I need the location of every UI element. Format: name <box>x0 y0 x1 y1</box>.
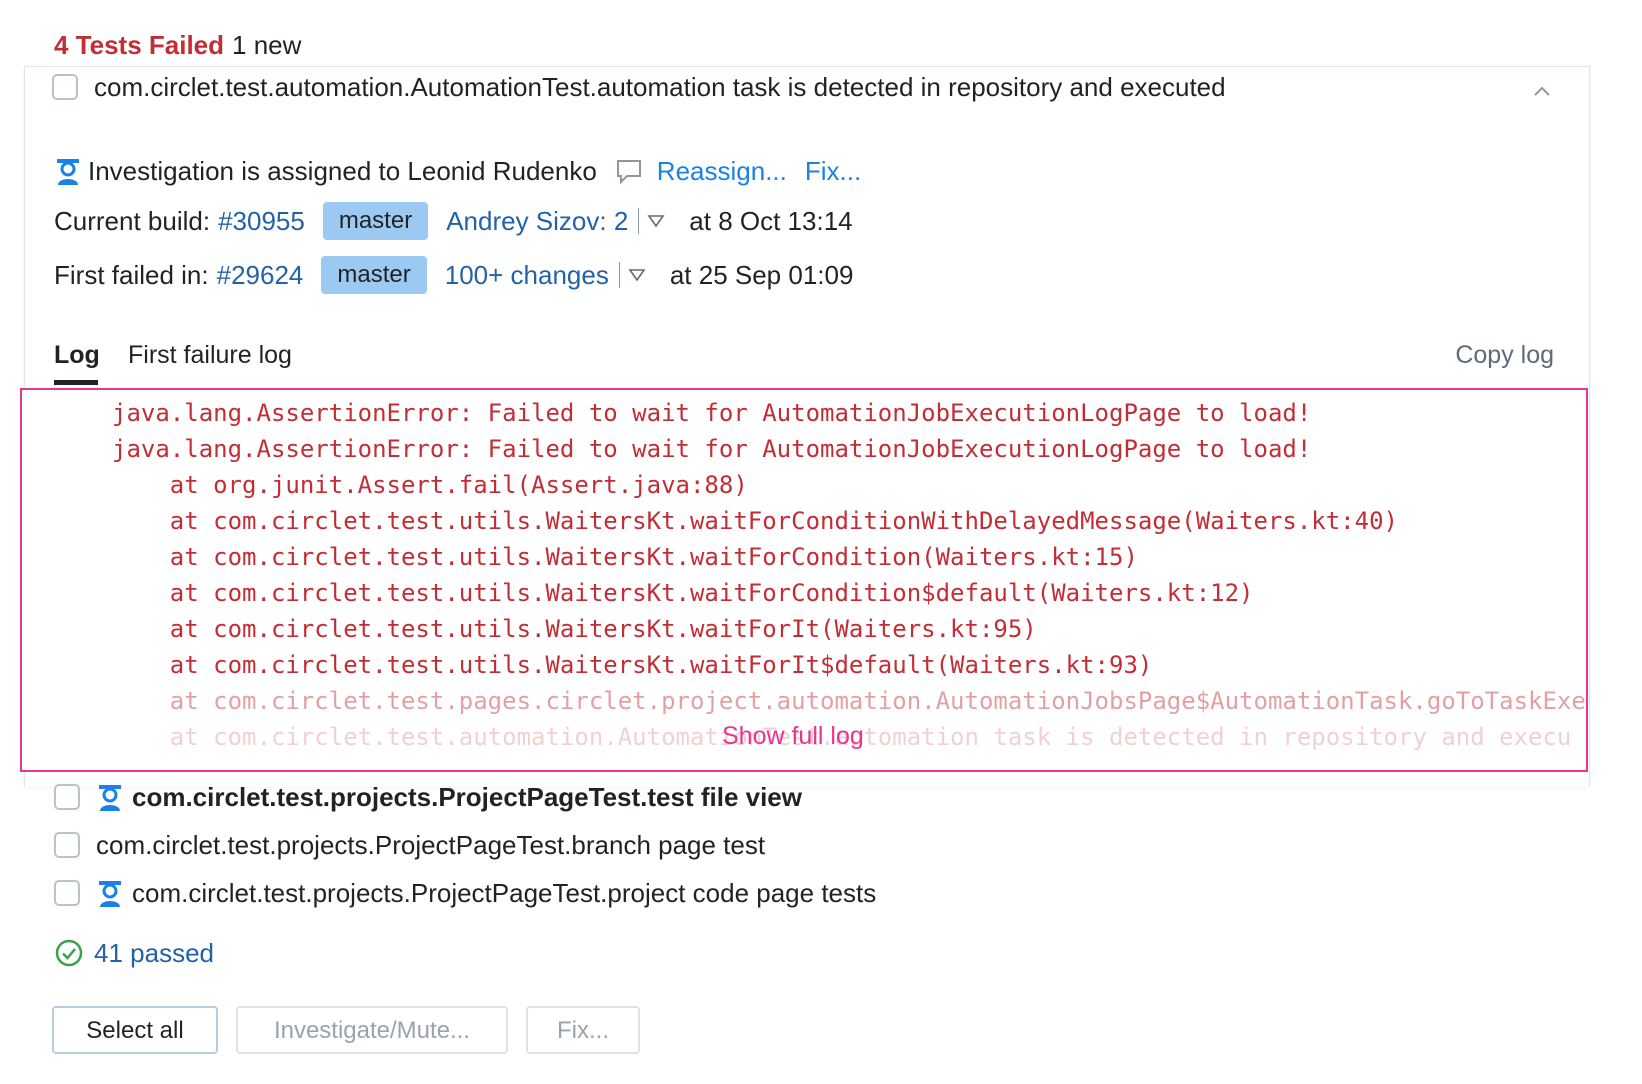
passed-summary[interactable]: 41 passed <box>54 936 214 970</box>
log-line: at com.circlet.test.utils.WaitersKt.wait… <box>112 651 1153 679</box>
first-failed-time: at 25 Sep 01:09 <box>669 260 854 290</box>
current-build-number-link[interactable]: #30955 <box>218 204 305 238</box>
test-checkbox[interactable] <box>54 832 80 858</box>
test-checkbox[interactable] <box>54 784 80 810</box>
log-line: java.lang.AssertionError: Failed to wait… <box>112 399 1312 427</box>
test-row: com.circlet.test.projects.ProjectPageTes… <box>54 828 765 862</box>
chevron-up-icon[interactable] <box>1530 80 1554 104</box>
test-name[interactable]: com.circlet.test.projects.ProjectPageTes… <box>96 828 765 862</box>
select-all-button[interactable]: Select all <box>52 1006 218 1054</box>
failed-tests-header: 4 Tests Failed 1 new <box>54 28 301 62</box>
investigator-icon <box>99 881 121 907</box>
current-build-label: Current build: <box>54 206 211 236</box>
current-build-time: at 8 Oct 13:14 <box>689 206 853 236</box>
tab-log[interactable]: Log <box>54 338 100 372</box>
active-tab-indicator <box>54 380 98 385</box>
log-line: at com.circlet.test.utils.WaitersKt.wait… <box>112 579 1254 607</box>
current-build-row: Current build: #30955 master Andrey Sizo… <box>54 202 853 240</box>
show-full-log-link[interactable]: Show full log <box>722 722 864 751</box>
investigator-icon <box>57 159 79 185</box>
branch-badge[interactable]: master <box>322 202 429 240</box>
log-line: java.lang.AssertionError: Failed to wait… <box>112 435 1312 463</box>
copy-log-button[interactable]: Copy log <box>1455 338 1554 372</box>
changes-link[interactable]: 100+ changes <box>445 258 609 292</box>
fix-link[interactable]: Fix... <box>805 154 861 188</box>
separator <box>618 262 620 288</box>
log-line: at com.circlet.test.utils.WaitersKt.wait… <box>112 615 1037 643</box>
log-line: at com.circlet.test.utils.WaitersKt.wait… <box>112 543 1138 571</box>
branch-badge[interactable]: master <box>321 256 427 294</box>
investigation-row: Investigation is assigned to Leonid Rude… <box>54 154 861 188</box>
log-line: at org.junit.Assert.fail(Assert.java:88) <box>112 471 748 499</box>
investigator-icon <box>99 785 121 811</box>
test-row: com.circlet.test.projects.ProjectPageTes… <box>54 780 802 814</box>
first-failed-build-link[interactable]: #29624 <box>217 258 304 292</box>
test-name[interactable]: com.circlet.test.projects.ProjectPageTes… <box>132 876 876 910</box>
separator <box>638 208 640 234</box>
log-output: java.lang.AssertionError: Failed to wait… <box>20 388 1588 772</box>
test-checkbox[interactable] <box>54 880 80 906</box>
log-line: at com.circlet.test.utils.WaitersKt.wait… <box>112 507 1398 535</box>
tab-first-failure-log[interactable]: First failure log <box>128 338 292 372</box>
reassign-link[interactable]: Reassign... <box>657 154 787 188</box>
check-circle-icon <box>55 939 83 967</box>
test-checkbox[interactable] <box>52 74 78 100</box>
fix-button[interactable]: Fix... <box>526 1006 640 1054</box>
test-row: com.circlet.test.projects.ProjectPageTes… <box>54 876 876 910</box>
changes-link[interactable]: Andrey Sizov: 2 <box>446 204 628 238</box>
passed-count[interactable]: 41 passed <box>94 936 214 970</box>
comment-icon[interactable] <box>615 157 643 185</box>
investigate-mute-button[interactable]: Investigate/Mute... <box>236 1006 508 1054</box>
expanded-test-name[interactable]: com.circlet.test.automation.AutomationTe… <box>94 70 1226 104</box>
first-failed-label: First failed in: <box>54 260 209 290</box>
triangle-down-icon[interactable] <box>647 214 665 228</box>
triangle-down-icon[interactable] <box>628 268 646 282</box>
investigation-text: Investigation is assigned to Leonid Rude… <box>88 156 597 186</box>
new-count: 1 new <box>232 30 302 60</box>
first-failed-row: First failed in: #29624 master 100+ chan… <box>54 256 853 294</box>
tests-failed-count: 4 Tests Failed <box>54 30 225 60</box>
log-line: at com.circlet.test.pages.circlet.projec… <box>112 687 1586 715</box>
test-name[interactable]: com.circlet.test.projects.ProjectPageTes… <box>132 780 802 814</box>
